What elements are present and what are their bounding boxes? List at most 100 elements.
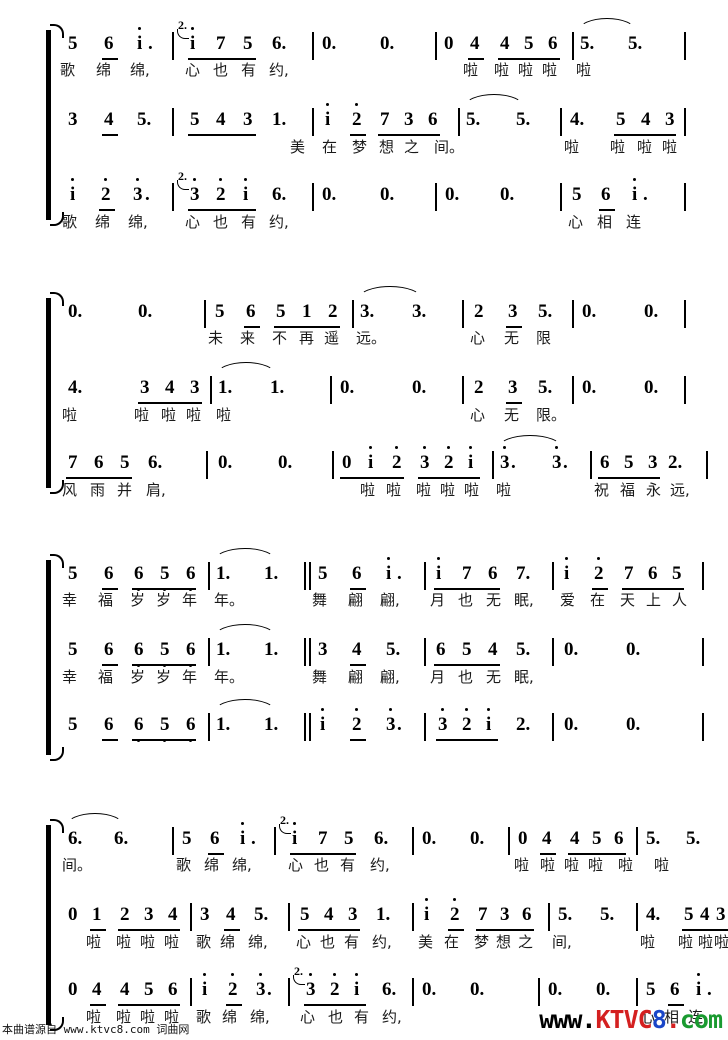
lyric-syllable: 啦 bbox=[542, 61, 558, 79]
note: i bbox=[486, 708, 492, 735]
barline bbox=[208, 713, 210, 741]
lyric-syllable: 约, bbox=[269, 61, 289, 79]
lyric-syllable: 啦 bbox=[161, 406, 177, 424]
rest: 0 bbox=[68, 979, 78, 1000]
note: 6 bbox=[614, 828, 624, 849]
lyric-syllable: 爱 bbox=[560, 591, 576, 609]
lyric-syllable: 岁 bbox=[156, 591, 172, 609]
rest: 0. bbox=[278, 452, 293, 473]
barline bbox=[352, 300, 354, 328]
lyrics-s1-voice1: 歌 绵 绵, 心 也 有 约, 啦 啦 啦 啦 啦 bbox=[0, 63, 728, 89]
note: 3 bbox=[190, 377, 200, 398]
lyrics-s2-voice2: 啦 啦 啦 啦 啦 心 无 限。 bbox=[0, 408, 728, 434]
note: 6 bbox=[600, 452, 610, 473]
lyric-syllable: 啦 bbox=[518, 61, 534, 79]
lyric-syllable: 啦 bbox=[610, 138, 626, 156]
rest: 0. bbox=[445, 184, 460, 205]
lyric-syllable: 绵 bbox=[96, 61, 112, 79]
note: 3 bbox=[665, 109, 675, 130]
beam bbox=[188, 134, 256, 136]
lyric-syllable: 啦 bbox=[86, 933, 102, 951]
note: 5 bbox=[344, 828, 354, 849]
barline bbox=[312, 108, 314, 136]
lyric-syllable: 啦 bbox=[678, 933, 694, 951]
beam bbox=[506, 326, 522, 328]
beam bbox=[682, 929, 728, 931]
note: 4 bbox=[168, 904, 178, 925]
lyric-syllable: 幸 bbox=[62, 668, 78, 686]
barline bbox=[508, 827, 510, 855]
note-dot: . bbox=[148, 33, 153, 54]
rest: 0. bbox=[340, 377, 355, 398]
note: 5 bbox=[592, 828, 602, 849]
lyric-syllable: 歌 bbox=[196, 933, 212, 951]
rest: 0. bbox=[564, 714, 579, 735]
lyric-syllable: 绵 bbox=[95, 213, 111, 231]
note: i bbox=[137, 27, 143, 54]
lyric-syllable: 在 bbox=[590, 591, 606, 609]
slur bbox=[214, 699, 276, 712]
note: 1 bbox=[302, 301, 312, 322]
barline bbox=[702, 638, 704, 666]
beam bbox=[102, 588, 118, 590]
note: 2 bbox=[594, 557, 604, 584]
beam bbox=[118, 929, 180, 931]
barline bbox=[538, 978, 540, 1006]
note-dot: . bbox=[251, 828, 256, 849]
note: 6 bbox=[104, 714, 114, 735]
lyric-syllable: 眠, bbox=[514, 668, 534, 686]
barline bbox=[312, 183, 314, 211]
note: 2 bbox=[216, 178, 226, 205]
lyric-syllable: 啦 bbox=[564, 138, 580, 156]
lyric-syllable: 梦 bbox=[352, 138, 368, 156]
beam bbox=[592, 588, 608, 590]
beam bbox=[599, 209, 615, 211]
lyric-syllable: 限。 bbox=[536, 406, 567, 424]
note: 5. bbox=[538, 301, 553, 322]
note: 4 bbox=[542, 828, 552, 849]
lyric-syllable: 来 bbox=[240, 329, 256, 347]
beam bbox=[434, 588, 500, 590]
note: 5 bbox=[646, 979, 656, 1000]
lyric-syllable: 啦 bbox=[588, 856, 604, 874]
note: 6 bbox=[436, 639, 446, 660]
lyric-syllable: 有 bbox=[344, 933, 360, 951]
barline bbox=[684, 300, 686, 328]
note: 5 bbox=[68, 33, 78, 54]
lyric-syllable: 岁 bbox=[130, 591, 146, 609]
lyric-syllable: 永 bbox=[646, 481, 662, 499]
double-barline bbox=[304, 638, 311, 666]
lyric-syllable: 岁 bbox=[156, 668, 172, 686]
barline bbox=[332, 451, 334, 479]
lyric-syllable: 美 bbox=[290, 138, 306, 156]
beam bbox=[132, 588, 196, 590]
rest: 0. bbox=[644, 301, 659, 322]
lyric-syllable: 啦 bbox=[496, 481, 512, 499]
note: 4 bbox=[500, 33, 510, 54]
lyric-syllable: 远, bbox=[670, 481, 690, 499]
lyric-syllable: 心 bbox=[296, 933, 312, 951]
note: 6 bbox=[601, 184, 611, 205]
note: 3 bbox=[318, 639, 328, 660]
lyric-syllable: 歌 bbox=[196, 1008, 212, 1026]
lyric-syllable: 心 bbox=[288, 856, 304, 874]
lyric-syllable: 啦 bbox=[714, 933, 728, 951]
ending-hook bbox=[177, 29, 189, 39]
note: 2 bbox=[474, 301, 484, 322]
barline bbox=[208, 638, 210, 666]
note-dot: . bbox=[511, 452, 516, 473]
beam bbox=[350, 134, 366, 136]
slur bbox=[214, 624, 276, 637]
barline bbox=[424, 562, 426, 590]
lyric-syllable: 绵 bbox=[204, 856, 220, 874]
watermark-part: 8 bbox=[651, 1005, 667, 1034]
rest: 0. bbox=[380, 184, 395, 205]
staff-s3-voice3: 5 6 6 5 6 1. 1. i 2 3 . 3 2 i 2. 0. 0. bbox=[0, 699, 728, 753]
note: 3 bbox=[306, 973, 316, 1000]
lyric-syllable: 有 bbox=[354, 1008, 370, 1026]
barline bbox=[548, 903, 550, 931]
site-watermark: www.KTVC8.com bbox=[539, 1005, 723, 1034]
rest: 0. bbox=[548, 979, 563, 1000]
barline bbox=[412, 903, 414, 931]
lyric-syllable: 啦 bbox=[698, 933, 714, 951]
